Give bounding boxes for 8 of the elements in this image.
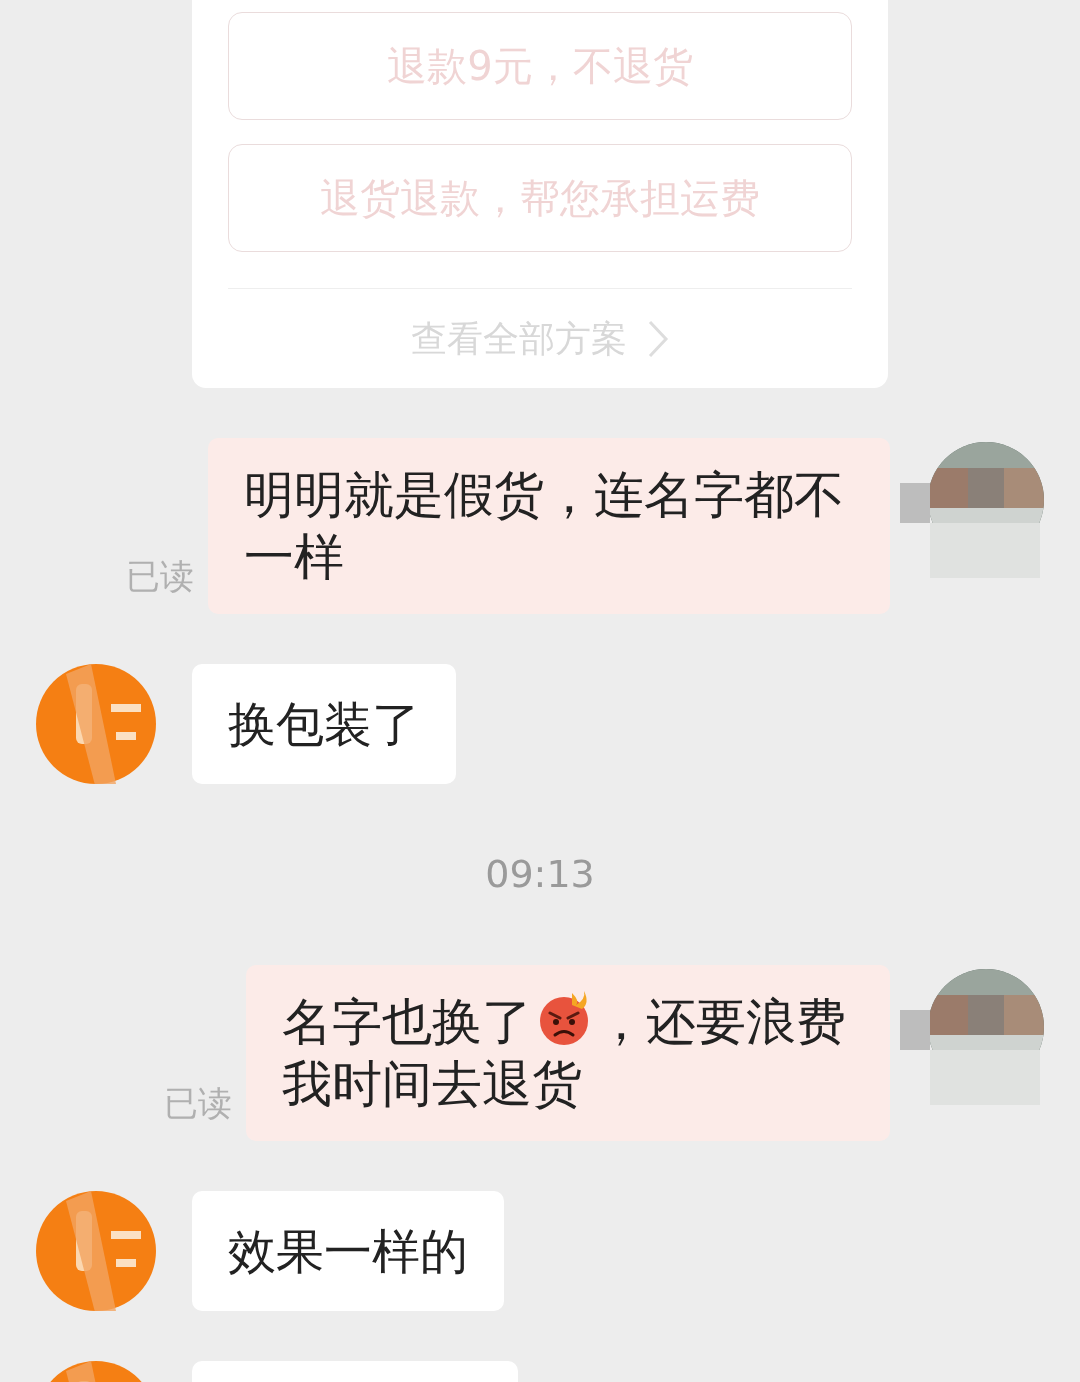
chevron-right-icon: [647, 318, 669, 359]
read-receipt: 已读: [164, 1082, 232, 1125]
message-bubble: 效果一样的: [192, 1191, 504, 1311]
timestamp: 09:13: [485, 851, 595, 898]
message-bubble: 明明就是假货，连名字都不一样: [208, 438, 890, 614]
message-bubble: 名字也换了 ，还要浪费我时间去退货: [246, 965, 890, 1141]
read-receipt: 已读: [126, 555, 194, 598]
message-bubble: 换包装了: [192, 664, 456, 784]
